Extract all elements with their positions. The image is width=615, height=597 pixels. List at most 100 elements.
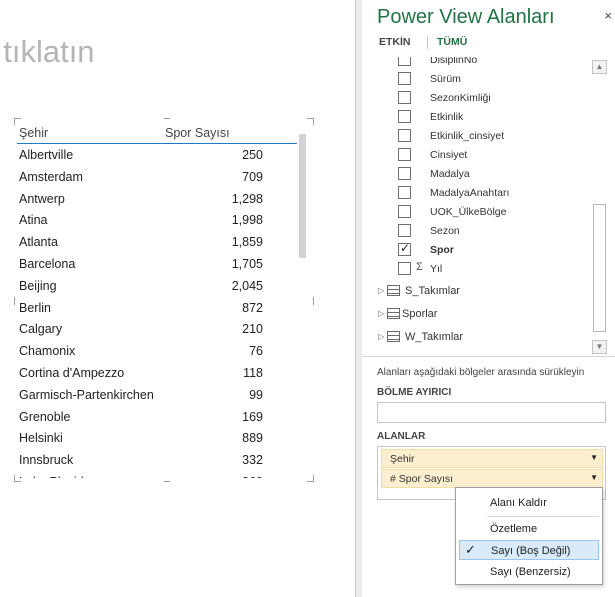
column-header-city[interactable]: Şehir [19,126,48,140]
close-icon[interactable]: × [604,8,612,23]
divider-section-label: BÖLME AYIRICI [377,387,452,398]
field-pill-city[interactable]: Şehir ▼ [381,449,603,468]
menu-item-label: Alanı Kaldır [490,497,547,509]
table-row[interactable]: Helsinki 889 [17,427,299,449]
field-checkbox[interactable] [398,129,411,142]
field-item[interactable]: Σ Yıl [398,260,588,279]
cell-city: Grenoble [19,409,71,424]
resize-handle-top-right[interactable] [307,118,314,125]
tab-active[interactable]: ETKİN [379,36,411,48]
table-row[interactable]: Berlin 872 [17,297,299,319]
field-label: MadalyaAnahtarı [430,187,510,199]
menu-item-count-distinct[interactable]: Sayı (Benzersiz) [459,562,599,582]
field-item[interactable]: UOK_ÜlkeBölge [398,203,588,222]
field-item[interactable]: DisiplinNo [398,57,588,70]
scroll-down-icon[interactable]: ▼ [592,340,607,354]
cell-sport-count: 260 [242,475,263,478]
table-group[interactable]: ▷ S_Takımlar [378,282,578,302]
drag-hint-text: Alanları aşağıdaki bölgeler arasında sür… [377,367,585,378]
cell-sport-count: 1,298 [231,191,263,206]
table-body: Albertville 250 Amsterdam 709 Antwerp 1,298 At… [17,144,299,478]
dropdown-arrow-icon[interactable]: ▼ [590,453,598,462]
table-row[interactable]: Amsterdam 709 [17,166,299,188]
field-label: SezonKimliği [430,92,491,104]
table-row[interactable]: Beijing 2,045 [17,275,299,297]
sigma-icon: Σ [416,261,423,273]
field-item[interactable]: MadalyaAnahtarı [398,184,588,203]
tab-all[interactable]: TÜMÜ [437,36,467,48]
resize-handle-top[interactable] [164,118,170,119]
table-icon [387,285,400,296]
field-checkbox[interactable] [398,72,411,85]
field-label: DisiplinNo [430,57,478,66]
field-checkbox[interactable] [398,224,411,237]
expand-arrow-icon[interactable]: ▷ [378,332,384,341]
field-checkbox[interactable] [398,262,411,275]
pane-title: Power View Alanları [377,6,555,28]
cell-sport-count: 1,859 [231,235,263,250]
cell-city: Cortina d'Ampezzo [19,365,125,380]
cell-city: Atlanta [19,235,58,250]
field-item[interactable]: Sürüm [398,70,588,89]
field-checkbox[interactable] [398,205,411,218]
expand-arrow-icon[interactable]: ▷ [378,286,384,295]
field-item[interactable]: Etkinlik_cinsiyet [398,127,588,146]
table-row[interactable]: Calgary 210 [17,318,299,340]
cell-city: Atina [19,213,48,228]
dropdown-arrow-icon[interactable]: ▼ [590,473,598,482]
table-row[interactable]: Garmisch-Partenkirchen 99 [17,384,299,406]
table-row[interactable]: Atina 1,998 [17,209,299,231]
cell-sport-count: 210 [242,322,263,337]
field-checkbox[interactable] [398,241,411,256]
field-item[interactable]: Spor [398,241,588,260]
cell-city: Albertville [19,148,74,162]
field-checkbox[interactable] [398,186,411,199]
table-visualization[interactable]: Şehir Spor Sayısı Albertville 250 Amsterda… [14,118,314,482]
menu-item-count-not-blank[interactable]: ✓ Sayı (Boş Değil) [459,540,599,560]
resize-handle-right[interactable] [313,297,314,305]
field-list: DisiplinNo Sürüm SezonKimliği Etkinlik Etkin… [362,57,615,357]
divider-drop-zone[interactable] [377,402,606,423]
expand-arrow-icon[interactable]: ▷ [378,309,384,318]
cell-city: Chamonix [19,344,76,359]
field-item[interactable]: SezonKimliği [398,89,588,108]
field-label: Etkinlik_cinsiyet [430,130,505,142]
resize-handle-bottom[interactable] [164,481,170,482]
canvas-title-placeholder[interactable]: ı tıklatın [0,34,95,70]
menu-item-summarize[interactable]: Özetleme [459,519,599,539]
field-checkbox[interactable] [398,110,411,123]
column-header-sport-count[interactable]: Spor Sayısı [165,126,230,140]
cell-city: Berlin [19,300,51,315]
table-row[interactable]: Barcelona 1,705 [17,253,299,275]
field-list-scrollbar[interactable]: ▲ ▼ [592,57,609,357]
field-item[interactable]: Cinsiyet [398,146,588,165]
resize-handle-bottom-right[interactable] [307,475,314,482]
menu-item-remove-field[interactable]: Alanı Kaldır [459,493,599,513]
scroll-up-icon[interactable]: ▲ [592,60,607,74]
table-row[interactable]: Innsbruck 332 [17,449,299,471]
table-row[interactable]: Lake Placid 260 [17,471,299,478]
table-group[interactable]: ▷ Sporlar [378,305,578,325]
field-checkbox[interactable] [398,148,411,161]
table-row[interactable]: Grenoble 169 [17,406,299,428]
field-checkbox[interactable] [398,91,411,104]
scroll-thumb[interactable] [593,204,606,332]
field-item[interactable]: Sezon [398,222,588,241]
table-row[interactable]: Cortina d'Ampezzo 118 [17,362,299,384]
cell-sport-count: 889 [242,431,263,446]
table-row[interactable]: Chamonix 76 [17,340,299,362]
resize-handle-left[interactable] [14,297,15,305]
cell-sport-count: 76 [249,344,263,359]
field-label: Etkinlik [430,111,464,123]
table-row[interactable]: Antwerp 1,298 [17,188,299,210]
field-item[interactable]: Etkinlik [398,108,588,127]
field-checkbox[interactable] [398,167,411,180]
field-checkbox[interactable] [398,57,411,66]
table-row[interactable]: Atlanta 1,859 [17,231,299,253]
table-row[interactable]: Albertville 250 [17,144,299,166]
table-group[interactable]: ▷ W_Takımlar [378,328,578,348]
field-item[interactable]: Madalya [398,165,588,184]
field-pill-sport-count[interactable]: # Spor Sayısı ▼ [381,469,603,488]
table-scrollbar[interactable] [299,134,306,258]
cell-sport-count: 709 [242,169,263,184]
